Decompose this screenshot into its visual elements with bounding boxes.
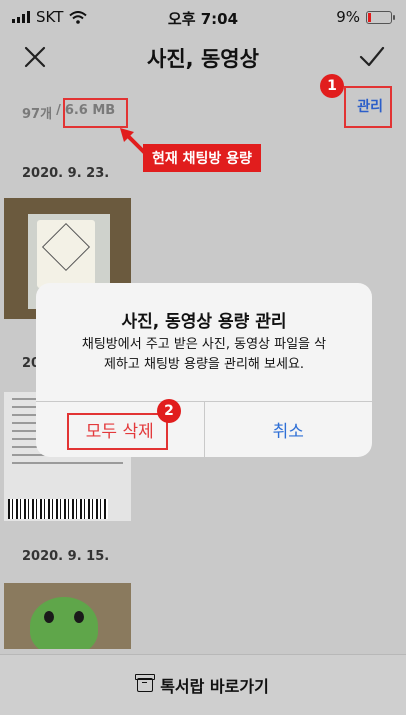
- dialog-message-line: 채팅방에서 주고 받은 사진, 동영상 파일을 삭: [81, 337, 327, 352]
- drawer-box-icon: [135, 674, 156, 692]
- cancel-button[interactable]: 취소: [205, 402, 373, 457]
- summary-separator: /: [56, 103, 61, 118]
- checkmark-icon[interactable]: [358, 44, 386, 70]
- photo-thumbnail[interactable]: [4, 583, 131, 649]
- dialog-message-line: 제하고 채팅방 용량을 관리해 보세요.: [103, 357, 305, 372]
- dialog-message: 채팅방에서 주고 받은 사진, 동영상 파일을 삭 제하고 채팅방 용량을 관리…: [50, 335, 358, 375]
- status-bar: SKT 오후 7:04 9%: [0, 0, 406, 34]
- drawer-shortcut-label: 톡서랍 바로가기: [160, 677, 269, 696]
- battery-icon: [366, 10, 395, 24]
- section-date: 2020. 9. 15.: [22, 549, 110, 564]
- step-badge-1: 1: [320, 74, 344, 98]
- page-title: 사진, 동영상: [147, 47, 259, 71]
- manage-button[interactable]: 관리: [357, 96, 383, 116]
- step-badge-2: 2: [157, 399, 181, 423]
- size-highlight-box: [63, 98, 128, 128]
- drawer-shortcut-button[interactable]: 톡서랍 바로가기: [0, 673, 406, 697]
- header: 사진, 동영상: [0, 34, 406, 84]
- battery-percent: 9%: [336, 8, 360, 26]
- delete-highlight-box: [67, 413, 168, 450]
- dialog-title: 사진, 동영상 용량 관리: [121, 312, 287, 332]
- item-count: 97개: [22, 107, 53, 122]
- bottom-bar: 톡서랍 바로가기: [0, 654, 406, 715]
- size-callout-label: 현재 채팅방 용량: [143, 144, 261, 172]
- section-date: 2020. 9. 23.: [22, 166, 110, 181]
